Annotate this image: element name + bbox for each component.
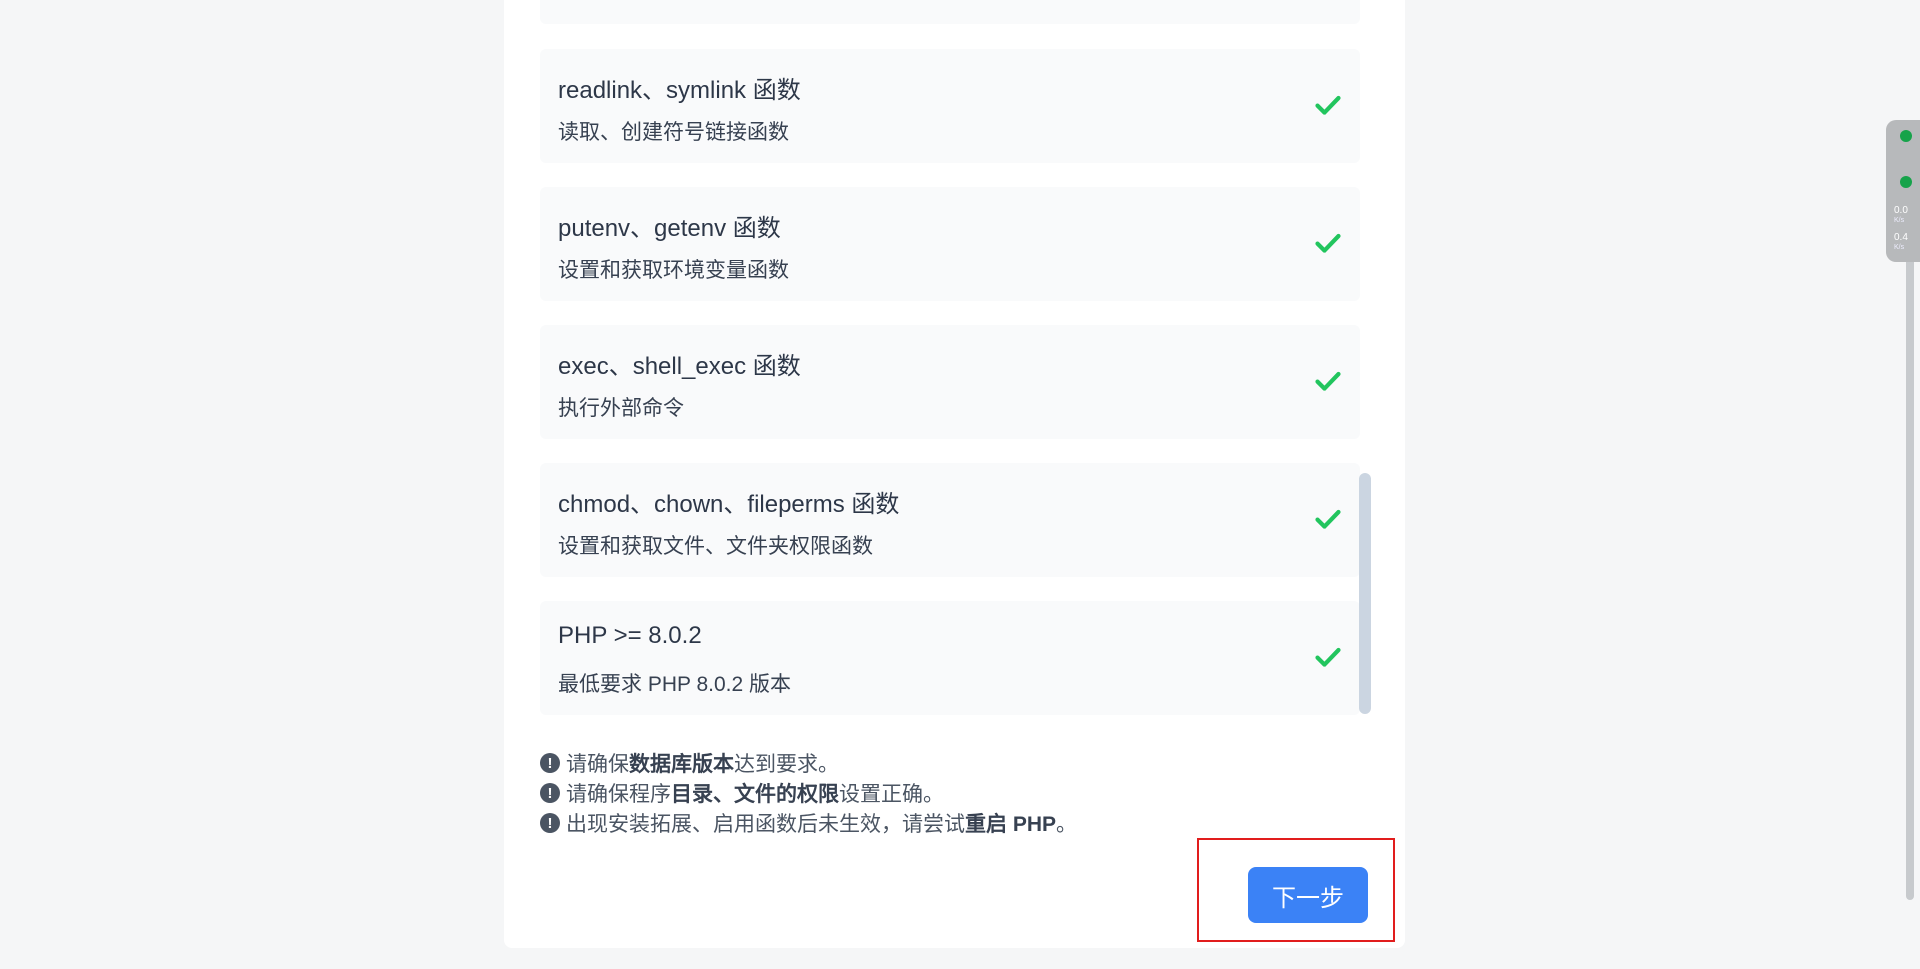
- note-text-post: 达到要求。: [734, 753, 839, 776]
- note-text-bold: 目录、文件的权限: [671, 783, 839, 806]
- item-title: chmod、chown、fileperms 函数: [558, 491, 900, 518]
- exclamation-circle-icon: !: [540, 753, 560, 773]
- exclamation-circle-icon: !: [540, 813, 560, 833]
- check-icon: [1315, 509, 1341, 529]
- item-title: exec、shell_exec 函数: [558, 353, 801, 380]
- note-text-post: 设置正确。: [839, 783, 944, 806]
- list-item: PHP >= 8.0.2 最低要求 PHP 8.0.2 版本: [540, 601, 1360, 715]
- list-scrollbar[interactable]: [1359, 473, 1371, 714]
- notes-list: ! 请确保 数据库版本 达到要求。 ! 请确保程序 目录、文件的权限 设置正确。 ! 出…: [540, 748, 1077, 838]
- item-title: readlink、symlink 函数: [558, 77, 801, 104]
- check-icon: [1315, 371, 1341, 391]
- item-description: 设置和获取环境变量函数: [558, 259, 789, 282]
- note-item: ! 请确保 数据库版本 达到要求。: [540, 748, 1077, 778]
- check-icon: [1315, 95, 1341, 115]
- status-dot: [1900, 130, 1912, 142]
- item-description: 最低要求 PHP 8.0.2 版本: [558, 673, 792, 696]
- requirements-card: readlink、symlink 函数 读取、创建符号链接函数 putenv、g…: [504, 0, 1405, 948]
- list-item: [540, 0, 1360, 24]
- highlight-box: [1197, 838, 1395, 942]
- list-item: putenv、getenv 函数 设置和获取环境变量函数: [540, 187, 1360, 301]
- note-text-pre: 出现安装拓展、启用函数后未生效，请尝试: [566, 813, 965, 836]
- download-speed: 0.4 K/s: [1894, 233, 1908, 253]
- list-item: chmod、chown、fileperms 函数 设置和获取文件、文件夹权限函数: [540, 463, 1360, 577]
- note-item: ! 出现安装拓展、启用函数后未生效，请尝试 重启 PHP。: [540, 808, 1077, 838]
- check-icon: [1315, 233, 1341, 253]
- network-speed-widget[interactable]: 0.0 K/s 0.4 K/s: [1886, 120, 1920, 262]
- note-text-bold: 数据库版本: [629, 753, 734, 776]
- note-text-post: 。: [1056, 813, 1078, 836]
- download-speed-value: 0.4: [1894, 232, 1908, 243]
- list-item: exec、shell_exec 函数 执行外部命令: [540, 325, 1360, 439]
- item-description: 执行外部命令: [558, 397, 684, 420]
- upload-speed-value: 0.0: [1894, 205, 1908, 216]
- item-title: PHP >= 8.0.2: [558, 622, 702, 649]
- exclamation-circle-icon: !: [540, 783, 560, 803]
- note-text-bold: 重启 PHP: [965, 813, 1057, 836]
- note-text-pre: 请确保程序: [566, 783, 671, 806]
- status-dot: [1900, 176, 1912, 188]
- check-icon: [1315, 647, 1341, 667]
- item-title: putenv、getenv 函数: [558, 215, 781, 242]
- note-item: ! 请确保程序 目录、文件的权限 设置正确。: [540, 778, 1077, 808]
- item-description: 设置和获取文件、文件夹权限函数: [558, 535, 873, 558]
- upload-speed-unit: K/s: [1894, 217, 1905, 224]
- upload-speed: 0.0 K/s: [1894, 206, 1908, 226]
- item-description: 读取、创建符号链接函数: [558, 121, 789, 144]
- download-speed-unit: K/s: [1894, 244, 1905, 251]
- list-item: readlink、symlink 函数 读取、创建符号链接函数: [540, 49, 1360, 163]
- note-text-pre: 请确保: [566, 753, 629, 776]
